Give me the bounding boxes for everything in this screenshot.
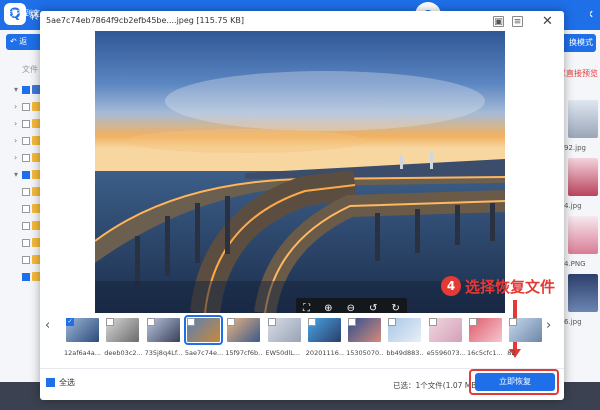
thumbnail[interactable]: bb49d883... xyxy=(386,318,425,360)
thumbnail-name: bb49d883... xyxy=(386,349,425,357)
select-all-label: 全选 xyxy=(59,378,75,387)
right-file-list: 92.jpg 4.jpg 4.PNG 6.jpg xyxy=(560,100,600,332)
file-name: 6.jpg xyxy=(564,318,582,326)
thumbnail-checkbox[interactable] xyxy=(509,318,518,326)
thumbnail-checkbox[interactable] xyxy=(146,318,155,326)
thumbnail-checkbox[interactable] xyxy=(428,318,437,326)
rotate-left-icon[interactable]: ↺ xyxy=(369,303,377,313)
thumbnail-name: 16c5cfc1... xyxy=(467,349,503,357)
thumbnail[interactable]: 735j8q4Lf... xyxy=(144,318,183,360)
step-instruction: 选择恢复文件 xyxy=(465,278,556,296)
preview-hint: 以直接预览 xyxy=(558,69,598,78)
thumbnail-name: 735j8q4Lf... xyxy=(144,349,183,357)
thumbnail[interactable]: ✓ 12af6a4a... xyxy=(64,318,101,360)
thumbnail-name: 15f97cf6b... xyxy=(225,349,264,357)
selected-count: 已选：1个文件(1.07 MB) xyxy=(393,381,480,390)
thumbnail-checkbox[interactable] xyxy=(388,318,397,326)
thumbnail-name: 5ae7c74e... xyxy=(184,349,223,357)
file-thumbnail[interactable] xyxy=(568,216,598,254)
thumbnail-strip: ✓ 12af6a4a... deeb03c2... 735j8q4Lf... 5ae7c… xyxy=(64,315,543,360)
thumbnail-checkbox[interactable] xyxy=(186,318,195,326)
image-toolbar: ⛶ ⊕ ⊖ ↺ ↻ xyxy=(296,298,407,313)
thumbnail-checkbox[interactable] xyxy=(227,318,236,326)
preview-file-title: 5ae7c74eb7864f9cb2efb45be....jpeg [115.7… xyxy=(46,16,244,25)
thumbnail-name: 12af6a4a... xyxy=(64,349,101,357)
thumbnail[interactable]: EW50dlL... xyxy=(265,318,301,360)
fit-screen-icon[interactable]: ⛶ xyxy=(303,303,310,313)
recover-now-button[interactable]: 立即恢复 xyxy=(475,373,555,391)
rotate-right-icon[interactable]: ↻ xyxy=(392,303,400,313)
chevron-right-icon[interactable]: › xyxy=(546,318,551,333)
zoom-in-icon[interactable]: ⊕ xyxy=(324,303,332,313)
thumbnail[interactable]: 5ae7c74e... xyxy=(183,315,223,360)
thumbnail-name: deeb03c2... xyxy=(104,349,143,357)
image-mode-icon[interactable]: ▣ xyxy=(493,16,504,27)
thumbnail-name: 20201116... xyxy=(305,349,344,357)
thumbnail[interactable]: deeb03c2... xyxy=(104,318,143,360)
file-name: 4.PNG xyxy=(564,260,586,268)
chevron-left-icon[interactable]: ‹ xyxy=(45,318,50,333)
close-icon[interactable]: ✕ xyxy=(542,14,553,29)
zoom-out-icon[interactable]: ⊖ xyxy=(347,303,355,313)
not-found-text: 找不到文 xyxy=(8,9,40,18)
thumbnail[interactable]: 15f97cf6b... xyxy=(225,318,264,360)
thumbnail[interactable]: 20201116... xyxy=(305,318,344,360)
thumbnail-checkbox[interactable] xyxy=(469,318,477,326)
thumbnail-checkbox[interactable] xyxy=(106,318,115,326)
thumbnail-checkbox[interactable] xyxy=(348,318,357,326)
thumbnail-name: EW50dlL... xyxy=(265,349,301,357)
list-mode-icon[interactable]: ≡ xyxy=(512,16,523,27)
thumbnail-checkbox[interactable]: ✓ xyxy=(66,318,74,326)
file-thumbnail[interactable] xyxy=(568,158,598,196)
thumbnail-checkbox[interactable] xyxy=(267,318,276,326)
bridge-photo xyxy=(95,31,505,313)
step-badge: 4 xyxy=(441,276,461,296)
background-recover-button xyxy=(560,4,590,24)
file-name: 4.jpg xyxy=(564,202,582,210)
file-thumbnail[interactable] xyxy=(568,274,598,312)
preview-image: ⛶ ⊕ ⊖ ↺ ↻ xyxy=(95,31,505,313)
thumbnail[interactable]: 82 xyxy=(507,318,543,360)
thumbnail-checkbox[interactable] xyxy=(307,318,316,326)
file-name: 92.jpg xyxy=(564,144,586,152)
select-all-checkbox[interactable] xyxy=(46,378,55,387)
thumbnail[interactable]: 16c5cfc1... xyxy=(467,318,503,360)
file-type-label: 文件 xyxy=(22,65,38,74)
thumbnail-name: 15305070... xyxy=(346,349,385,357)
thumbnail-name: 82 xyxy=(507,349,516,357)
thumbnail[interactable]: 15305070... xyxy=(346,318,385,360)
file-thumbnail[interactable] xyxy=(568,100,598,138)
thumbnail-name: e5596073... xyxy=(426,349,465,357)
thumbnail[interactable]: e5596073... xyxy=(426,318,465,360)
